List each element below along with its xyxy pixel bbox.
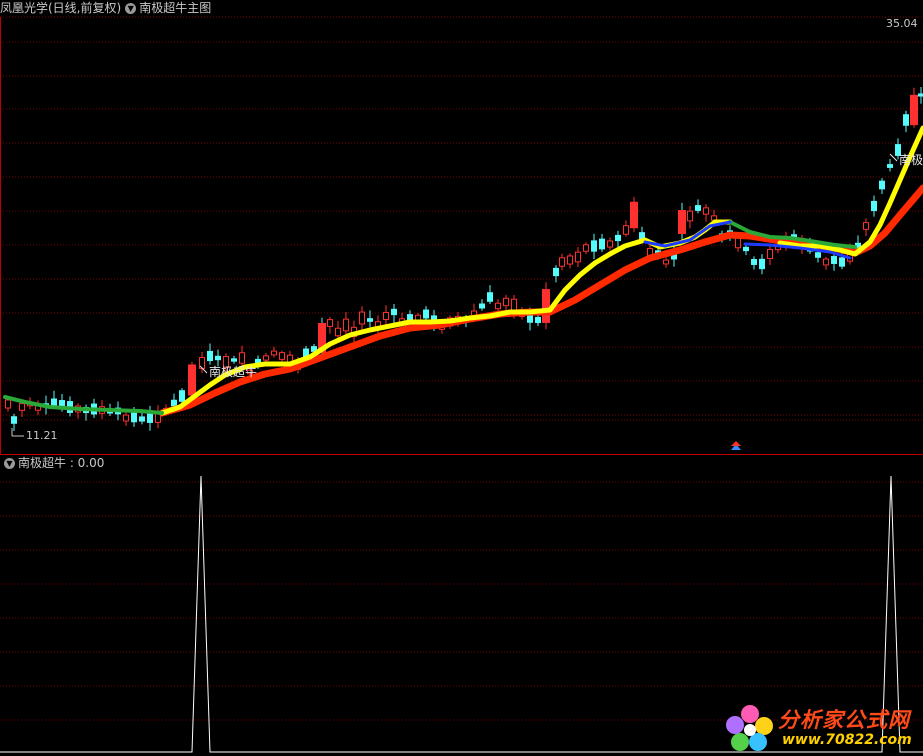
watermark: 分析家公式网 www.70822.com <box>722 700 923 756</box>
candle-body <box>839 257 845 267</box>
price-low-label: 11.21 <box>26 429 58 442</box>
candle-body <box>147 413 153 423</box>
candle-body <box>695 205 701 211</box>
candle-body <box>599 238 605 250</box>
watermark-cn: 分析家公式网 <box>778 708 910 732</box>
candle-body <box>823 258 829 266</box>
candle-body <box>123 414 129 422</box>
candle-body <box>553 267 559 277</box>
chart-grid <box>0 16 923 721</box>
chart-markers <box>11 153 898 450</box>
candle-body <box>19 403 25 411</box>
candle-body <box>188 364 196 396</box>
candle-body <box>263 355 269 361</box>
candle-body <box>918 93 923 97</box>
candle-body <box>215 355 221 361</box>
flower-logo-icon <box>726 705 773 751</box>
candle-body <box>623 225 629 235</box>
candle-body <box>871 200 877 212</box>
ma-yellow-line <box>777 125 923 257</box>
candle-body <box>335 327 341 337</box>
candle-body <box>383 312 389 320</box>
candle-body <box>815 252 821 258</box>
candle-body <box>207 350 213 362</box>
candle-body <box>271 350 277 356</box>
candle-body <box>391 308 397 316</box>
candle-body <box>231 358 237 362</box>
candle-body <box>511 298 517 312</box>
candle-body <box>903 114 909 126</box>
candle-body <box>343 318 349 332</box>
candle-body <box>687 210 693 222</box>
candle-body <box>559 257 565 267</box>
candle-body <box>131 411 137 423</box>
candle-body <box>51 398 57 406</box>
candle-body <box>535 316 541 324</box>
candle-body <box>910 94 918 126</box>
candle-body <box>703 207 709 215</box>
candle-body <box>542 289 550 323</box>
current-marker-icon <box>731 441 741 446</box>
candle-body <box>487 292 493 302</box>
candle-body <box>139 416 145 422</box>
candle-body <box>591 240 597 252</box>
signal-label: 南极超牛 <box>209 365 258 379</box>
candle-body <box>759 258 765 270</box>
candle-body <box>171 399 177 407</box>
candle-body <box>575 251 581 263</box>
candle-body <box>179 390 185 402</box>
kline-chart-area[interactable] <box>0 0 923 756</box>
ma-yellow-line <box>159 219 733 416</box>
candle-body <box>423 309 429 319</box>
candle-body <box>887 164 893 168</box>
candle-body <box>630 201 638 229</box>
candle-body <box>279 352 285 360</box>
candle-body <box>239 352 245 364</box>
candle-body <box>767 248 773 260</box>
candle-body <box>583 244 589 252</box>
candle-body <box>327 319 333 327</box>
candle-body <box>751 259 757 265</box>
candle-body <box>367 318 373 322</box>
candle-body <box>607 240 613 248</box>
candle-body <box>879 180 885 190</box>
candle-body <box>11 416 17 424</box>
candle-body <box>663 259 669 265</box>
candle-body <box>359 311 365 325</box>
moving-average-lines <box>3 125 923 417</box>
candle-body <box>567 255 573 265</box>
candle-body <box>615 234 621 242</box>
candle-body <box>743 246 749 252</box>
candle-body <box>863 222 869 230</box>
watermark-url: www.70822.com <box>782 732 912 748</box>
candle-body <box>678 209 686 235</box>
candle-body <box>503 297 509 307</box>
candlestick-series <box>5 86 923 432</box>
candle-body <box>479 303 485 309</box>
candle-body <box>831 256 837 264</box>
candle-body <box>5 399 11 409</box>
signal-label-right: 南极 <box>899 153 923 167</box>
candle-body <box>495 302 501 310</box>
